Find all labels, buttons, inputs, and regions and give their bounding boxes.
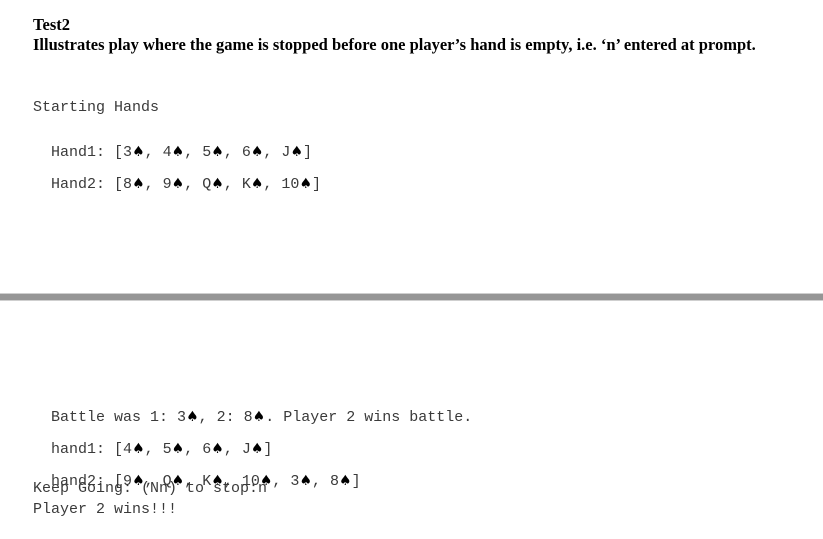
card: 3♠ — [290, 473, 312, 490]
spade-icon: ♠ — [132, 144, 145, 160]
card-rank: K — [241, 176, 251, 193]
spade-icon: ♠ — [186, 409, 199, 425]
hand-prefix: Hand2: — [51, 176, 115, 193]
card-rank: Q — [202, 176, 212, 193]
card-rank: 10 — [281, 176, 300, 193]
spade-icon: ♠ — [132, 441, 145, 457]
spade-icon: ♠ — [132, 176, 145, 192]
card-list: [8♠, 9♠, Q♠, K♠, 10♠] — [114, 176, 321, 193]
document-heading: Test2 Illustrates play where the game is… — [33, 15, 803, 55]
spade-icon: ♠ — [250, 144, 264, 160]
card-rank: 8 — [330, 473, 340, 490]
bracket-close: ] — [351, 473, 361, 490]
spade-icon: ♠ — [211, 441, 224, 457]
battle-suffix: . Player 2 wins battle. — [265, 409, 473, 426]
continue-prompt: Keep Going: (Nn) to stop:n — [33, 480, 268, 497]
spade-icon: ♠ — [211, 176, 224, 192]
separator: , — [184, 176, 203, 193]
spade-icon: ♠ — [171, 144, 185, 160]
card: 8♠ — [330, 473, 352, 490]
starting-hand1-line: Hand1: [3♠, 4♠, 5♠, 6♠, J♠] — [33, 127, 312, 161]
current-hand1-line: hand1: [4♠, 5♠, 6♠, J♠] — [33, 424, 272, 458]
separator: , — [312, 473, 331, 490]
card-rank: 9 — [162, 176, 172, 193]
card: 10♠ — [281, 176, 312, 193]
bracket-close: ] — [312, 176, 322, 193]
test-title: Test2 — [33, 15, 70, 34]
spade-icon: ♠ — [211, 144, 224, 160]
spade-icon: ♠ — [250, 441, 264, 457]
card-rank: 8 — [123, 176, 133, 193]
section-separator — [0, 293, 823, 301]
spade-icon: ♠ — [171, 441, 185, 457]
separator: , — [223, 176, 242, 193]
battle-result-line: Battle was 1: 3♠, 2: 8♠. Player 2 wins b… — [33, 392, 472, 426]
card: K♠ — [242, 176, 264, 193]
spade-icon: ♠ — [299, 473, 312, 489]
spade-icon: ♠ — [299, 176, 312, 192]
separator: , — [263, 176, 282, 193]
spade-icon: ♠ — [252, 409, 266, 425]
card: Q♠ — [202, 176, 224, 193]
spade-icon: ♠ — [290, 144, 303, 160]
spade-icon: ♠ — [250, 176, 264, 192]
separator: , — [272, 473, 291, 490]
separator: , — [144, 176, 163, 193]
spade-icon: ♠ — [171, 176, 185, 192]
spade-icon: ♠ — [339, 473, 352, 489]
starting-hands-label: Starting Hands — [33, 99, 160, 116]
game-result: Player 2 wins!!! — [33, 501, 178, 518]
test-description: Illustrates play where the game is stopp… — [33, 35, 756, 54]
card: 8♠ — [123, 176, 145, 193]
starting-hand2-line: Hand2: [8♠, 9♠, Q♠, K♠, 10♠] — [33, 159, 321, 193]
bracket-open: [ — [114, 176, 124, 193]
card: 9♠ — [163, 176, 185, 193]
